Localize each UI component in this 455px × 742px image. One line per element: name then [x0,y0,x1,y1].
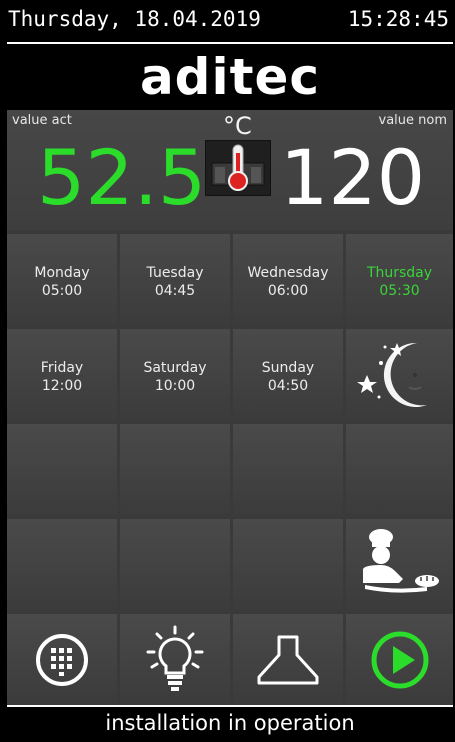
empty-cell [233,424,343,516]
extractor-hood-icon [257,635,319,684]
header-date: Thursday, 18.04.2019 [8,7,261,31]
day-time: 04:45 [154,283,196,299]
night-mode-button[interactable] [346,329,453,421]
day-name: Thursday [366,265,433,281]
status-text: installation in operation [105,711,355,735]
day-name: Friday [40,360,84,376]
day-sunday[interactable]: Sunday 04:50 [233,329,343,421]
nominal-temperature[interactable]: 120 [280,128,425,228]
header-bar: Thursday, 18.04.2019 15:28:45 [0,0,455,38]
temperature-display: value act value nom °C 52.5 120 [7,110,453,230]
day-name: Saturday [143,360,207,376]
day-wednesday[interactable]: Wednesday 06:00 [233,234,343,326]
value-act-label: value act [12,113,72,128]
day-name: Monday [34,265,90,281]
baker-button[interactable] [346,519,453,611]
play-icon [371,631,428,688]
empty-cell [346,424,453,516]
status-bar: installation in operation [7,705,453,739]
empty-cell [233,519,343,611]
value-nom-label: value nom [378,113,448,128]
header-time: 15:28:45 [347,7,449,31]
hood-button[interactable] [233,614,343,705]
day-time: 06:00 [267,283,309,299]
day-time: 10:00 [154,378,196,394]
actual-temperature: 52.5 [37,133,207,222]
day-friday[interactable]: Friday 12:00 [7,329,117,421]
day-time: 05:00 [41,283,83,299]
light-bulb-icon [146,625,204,691]
start-button[interactable] [346,614,453,705]
empty-cell [120,519,230,611]
day-name: Tuesday [146,265,204,281]
brand-logo: aditec [139,48,321,106]
day-time: 12:00 [41,378,83,394]
baker-icon [362,529,439,593]
menu-button[interactable] [7,614,117,705]
empty-cell [7,424,117,516]
day-monday[interactable]: Monday 05:00 [7,234,117,326]
logo-bar: aditec [7,42,453,110]
moon-stars-icon [356,342,427,407]
temperature-unit: °C [223,112,252,140]
day-thursday[interactable]: Thursday 05:30 [346,234,453,326]
day-time: 05:30 [379,283,420,299]
thermometer-icon[interactable] [205,140,271,196]
light-button[interactable] [120,614,230,705]
empty-cell [120,424,230,516]
day-tuesday[interactable]: Tuesday 04:45 [120,234,230,326]
empty-cell [7,519,117,611]
day-saturday[interactable]: Saturday 10:00 [120,329,230,421]
day-name: Wednesday [247,265,329,281]
day-time: 04:50 [267,378,309,394]
day-name: Sunday [261,360,315,376]
keypad-icon [36,633,88,686]
